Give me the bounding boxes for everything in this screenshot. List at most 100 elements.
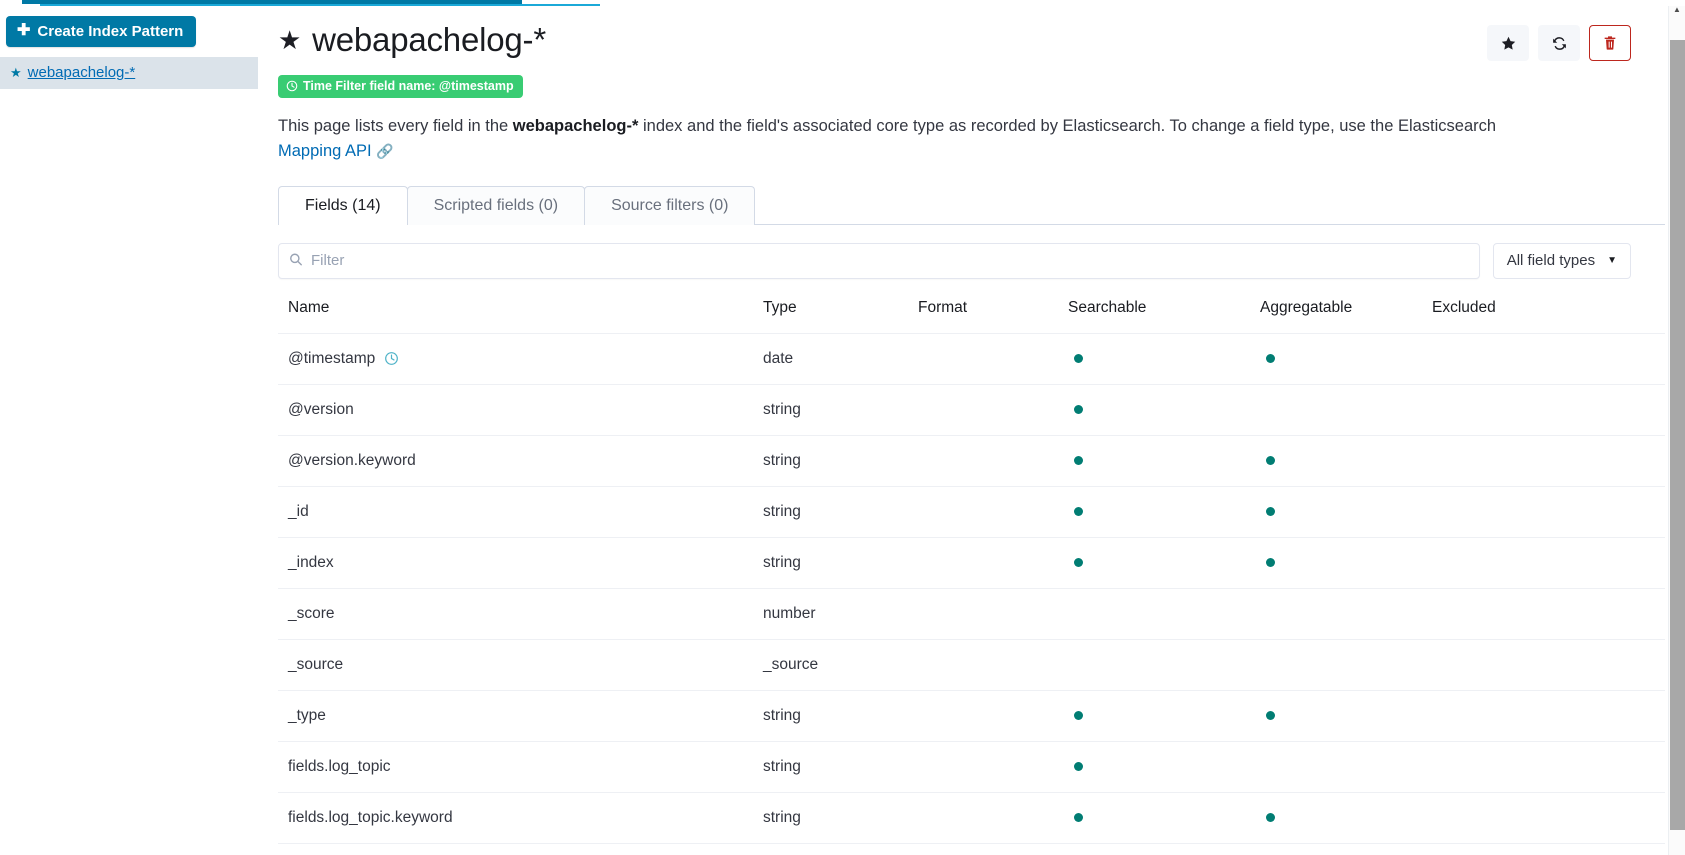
star-icon: ★: [278, 24, 302, 55]
cell-aggregatable: [1250, 435, 1422, 487]
tab-source-filters-label: Source filters (0): [611, 196, 729, 214]
cell-field-name: @version.keyword: [278, 435, 753, 487]
searchable-dot-icon: [1074, 455, 1083, 465]
cell-searchable: [1058, 639, 1250, 691]
searchable-dot-icon: [1074, 353, 1083, 363]
external-link-icon: 🔗: [376, 143, 394, 160]
field-name-text: @version: [288, 400, 354, 418]
cell-excluded: [1422, 741, 1665, 793]
cell-field-name: _type: [278, 690, 753, 742]
cell-aggregatable: [1250, 333, 1422, 385]
plus-icon: ✚: [17, 22, 31, 39]
cell-field-name: _id: [278, 486, 753, 538]
scroll-up-arrow-icon[interactable]: ▲: [1669, 1, 1685, 17]
search-field-wrapper: [278, 242, 1480, 279]
table-row: _source _source: [278, 639, 1665, 691]
create-index-pattern-label: Create Index Pattern: [37, 22, 184, 40]
header-actions: [1487, 25, 1631, 61]
cell-field-type: date: [753, 333, 908, 385]
cell-field-type: number: [753, 588, 908, 640]
cell-excluded: [1422, 792, 1665, 844]
column-header-excluded[interactable]: Excluded: [1422, 298, 1665, 334]
field-type-filter-button[interactable]: All field types ▼: [1492, 242, 1631, 279]
cell-field-format: [908, 639, 1058, 691]
searchable-dot-icon: [1074, 506, 1083, 516]
create-index-pattern-button[interactable]: ✚ Create Index Pattern: [6, 16, 197, 47]
cell-excluded: [1422, 384, 1665, 436]
field-name-text: _score: [288, 604, 335, 622]
index-pattern-management-page: ✚ Create Index Pattern ★ webapachelog-* …: [0, 0, 1685, 855]
column-header-aggregatable[interactable]: Aggregatable: [1250, 298, 1422, 334]
fields-table: Name Type Format Searchable Aggregatable…: [278, 298, 1665, 844]
cell-excluded: [1422, 486, 1665, 538]
column-header-type[interactable]: Type: [753, 298, 908, 334]
fields-table-body: @timestamp date @version string @version.key…: [278, 333, 1665, 844]
cell-field-name: @timestamp: [278, 333, 753, 385]
table-row: _score number: [278, 588, 1665, 640]
scrollbar-thumb[interactable]: [1670, 40, 1685, 830]
table-row: fields.log_topic.keyword string: [278, 792, 1665, 844]
cell-aggregatable: [1250, 690, 1422, 742]
index-pattern-tabs: Fields (14) Scripted fields (0) Source f…: [278, 185, 1665, 226]
clock-icon: [286, 80, 298, 92]
filter-input[interactable]: [278, 242, 1480, 279]
aggregatable-dot-icon: [1266, 812, 1275, 822]
cell-aggregatable: [1250, 537, 1422, 589]
field-name-text: _id: [288, 502, 309, 520]
cell-aggregatable: [1250, 741, 1422, 793]
cell-field-format: [908, 435, 1058, 487]
tab-source-filters[interactable]: Source filters (0): [584, 185, 756, 225]
column-header-searchable[interactable]: Searchable: [1058, 298, 1250, 334]
cell-field-type: string: [753, 537, 908, 589]
cell-searchable: [1058, 792, 1250, 844]
sidebar-item-webapachelog[interactable]: ★ webapachelog-*: [0, 57, 258, 89]
set-default-index-button[interactable]: [1487, 25, 1529, 61]
field-name-text: _index: [288, 553, 334, 571]
cell-field-name: _source: [278, 639, 753, 691]
cell-aggregatable: [1250, 588, 1422, 640]
cell-field-format: [908, 741, 1058, 793]
cell-field-format: [908, 588, 1058, 640]
cell-field-type: string: [753, 792, 908, 844]
aggregatable-dot-icon: [1266, 557, 1275, 567]
delete-index-pattern-button[interactable]: [1589, 25, 1631, 61]
index-pattern-sidebar: ✚ Create Index Pattern ★ webapachelog-*: [0, 0, 258, 855]
cell-field-format: [908, 537, 1058, 589]
desc-index-name: webapachelog-*: [512, 117, 639, 136]
cell-excluded: [1422, 588, 1665, 640]
cell-excluded: [1422, 333, 1665, 385]
page-scrollbar[interactable]: ▲: [1668, 0, 1685, 855]
tab-fields[interactable]: Fields (14): [278, 185, 408, 226]
filter-toolbar: All field types ▼: [278, 242, 1631, 279]
aggregatable-dot-icon: [1266, 506, 1275, 516]
searchable-dot-icon: [1074, 404, 1083, 414]
main-content: ★ webapachelog-* Time Filter field name:…: [258, 0, 1685, 855]
cell-excluded: [1422, 639, 1665, 691]
field-type-filter-label: All field types: [1506, 252, 1596, 270]
refresh-fields-button[interactable]: [1538, 25, 1580, 61]
fields-table-head: Name Type Format Searchable Aggregatable…: [278, 298, 1665, 334]
trash-icon: [1604, 36, 1616, 50]
aggregatable-dot-icon: [1266, 710, 1275, 720]
cell-field-type: string: [753, 486, 908, 538]
mapping-api-link[interactable]: Mapping API: [278, 142, 372, 160]
aggregatable-dot-icon: [1266, 353, 1275, 363]
field-name-text: fields.log_topic.keyword: [288, 808, 453, 826]
column-header-format[interactable]: Format: [908, 298, 1058, 334]
refresh-icon: [1552, 36, 1566, 50]
cell-excluded: [1422, 690, 1665, 742]
searchable-dot-icon: [1074, 557, 1083, 567]
star-icon: [1501, 36, 1515, 50]
page-title-text: webapachelog-*: [312, 21, 546, 58]
cell-field-type: _source: [753, 639, 908, 691]
cell-aggregatable: [1250, 792, 1422, 844]
table-header-row: Name Type Format Searchable Aggregatable…: [278, 298, 1665, 334]
page-description: This page lists every field in the webap…: [278, 114, 1563, 164]
tab-scripted-fields-label: Scripted fields (0): [433, 196, 559, 214]
column-header-name[interactable]: Name: [278, 298, 753, 334]
desc-part-1: This page lists every field in the: [278, 117, 513, 136]
cell-field-format: [908, 792, 1058, 844]
clock-icon: [384, 351, 399, 366]
tab-scripted-fields[interactable]: Scripted fields (0): [406, 185, 586, 225]
cell-aggregatable: [1250, 486, 1422, 538]
